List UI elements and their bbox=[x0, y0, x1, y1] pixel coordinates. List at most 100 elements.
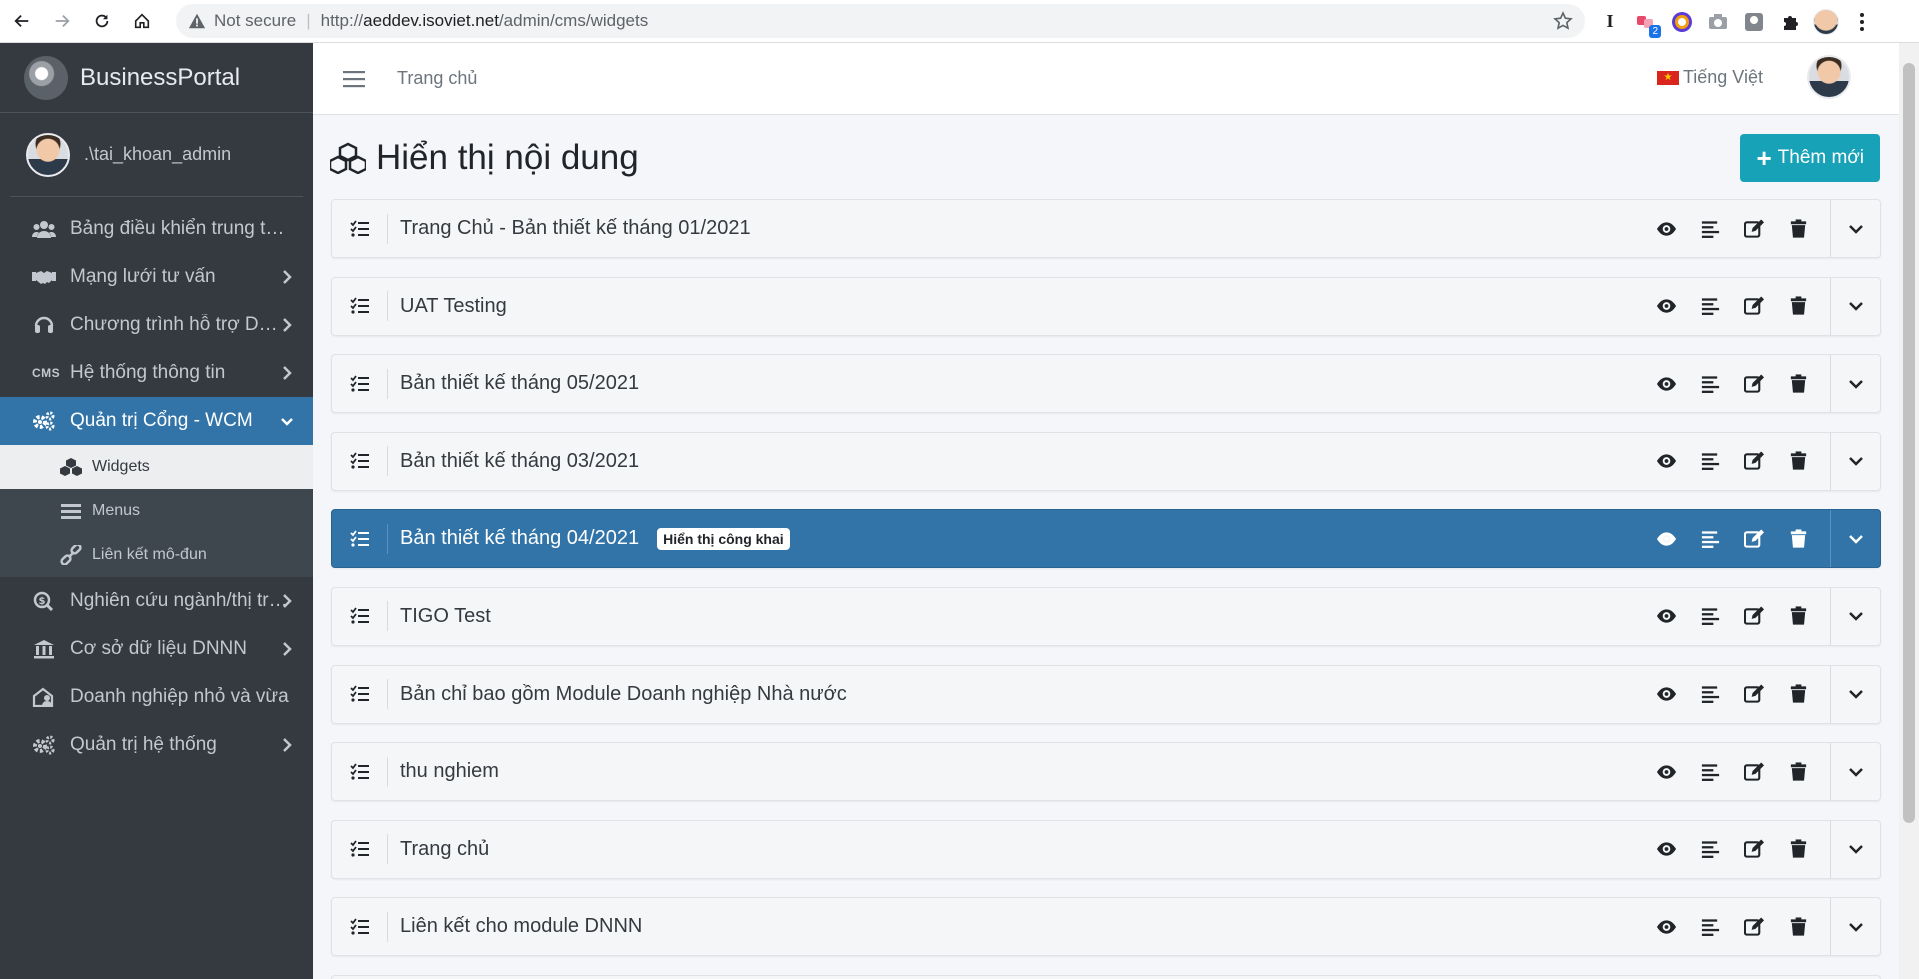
sidebar-item-advisory-network[interactable]: Mạng lưới tư vấn bbox=[0, 253, 313, 301]
drag-handle-icon[interactable] bbox=[332, 523, 388, 554]
scrollbar-thumb[interactable] bbox=[1903, 63, 1915, 823]
delete-icon[interactable] bbox=[1776, 672, 1820, 716]
translate-extension-icon[interactable]: 2 bbox=[1633, 9, 1661, 38]
edit-icon[interactable] bbox=[1732, 672, 1776, 716]
edit-icon[interactable] bbox=[1732, 439, 1776, 483]
drag-handle-icon[interactable] bbox=[332, 679, 388, 710]
view-icon[interactable] bbox=[1644, 750, 1688, 794]
delete-icon[interactable] bbox=[1776, 827, 1820, 871]
delete-icon[interactable] bbox=[1776, 905, 1820, 949]
drag-handle-icon[interactable] bbox=[332, 601, 388, 632]
bookmark-star-icon[interactable] bbox=[1553, 11, 1573, 31]
edit-icon[interactable] bbox=[1732, 827, 1776, 871]
view-icon[interactable] bbox=[1644, 439, 1688, 483]
back-icon[interactable] bbox=[4, 3, 40, 39]
drag-handle-icon[interactable] bbox=[332, 368, 388, 399]
edit-icon[interactable] bbox=[1732, 284, 1776, 328]
delete-icon[interactable] bbox=[1776, 439, 1820, 483]
delete-icon[interactable] bbox=[1776, 750, 1820, 794]
widget-row-partial[interactable] bbox=[331, 974, 1881, 979]
expand-chevron-icon[interactable] bbox=[1830, 277, 1880, 335]
view-icon[interactable] bbox=[1644, 594, 1688, 638]
home-link[interactable]: Trang chủ bbox=[397, 68, 477, 89]
reload-icon[interactable] bbox=[84, 3, 120, 39]
drag-handle-icon[interactable] bbox=[332, 756, 388, 787]
sidebar-subitem-module-links[interactable]: Liên kết mô-đun bbox=[0, 533, 313, 577]
edit-icon[interactable] bbox=[1732, 750, 1776, 794]
expand-chevron-icon[interactable] bbox=[1830, 355, 1880, 413]
profile-extension-icon[interactable] bbox=[1741, 9, 1767, 35]
sidebar-item-portal-admin-wcm[interactable]: Quản trị Cổng - WCM bbox=[0, 397, 313, 445]
expand-chevron-icon[interactable] bbox=[1830, 665, 1880, 723]
ibeam-extension-icon[interactable]: I bbox=[1597, 9, 1623, 35]
expand-chevron-icon[interactable] bbox=[1830, 743, 1880, 801]
details-icon[interactable] bbox=[1688, 750, 1732, 794]
sidebar-subitem-menus[interactable]: Menus bbox=[0, 489, 313, 533]
home-icon[interactable] bbox=[124, 3, 160, 39]
delete-icon[interactable] bbox=[1776, 362, 1820, 406]
view-icon[interactable] bbox=[1644, 517, 1688, 561]
expand-chevron-icon[interactable] bbox=[1830, 587, 1880, 645]
more-menu-icon[interactable] bbox=[1849, 9, 1875, 35]
view-icon[interactable] bbox=[1644, 827, 1688, 871]
view-icon[interactable] bbox=[1644, 362, 1688, 406]
details-icon[interactable] bbox=[1688, 905, 1732, 949]
drag-handle-icon[interactable] bbox=[332, 213, 388, 244]
sidebar-subitem-widgets[interactable]: Widgets bbox=[0, 445, 313, 489]
delete-icon[interactable] bbox=[1776, 207, 1820, 251]
widget-row[interactable]: Bản thiết kế tháng 04/2021 Hiển thị công … bbox=[331, 509, 1881, 569]
widget-row[interactable]: Liên kết cho module DNNN bbox=[331, 897, 1881, 957]
widget-row[interactable]: thu nghiem bbox=[331, 742, 1881, 802]
widget-row[interactable]: Trang Chủ - Bản thiết kế tháng 01/2021 bbox=[331, 199, 1881, 258]
edit-icon[interactable] bbox=[1732, 517, 1776, 561]
drag-handle-icon[interactable] bbox=[332, 291, 388, 322]
sidebar-item-support-program[interactable]: Chương trình hỗ trợ DNNN bbox=[0, 301, 313, 349]
forward-icon[interactable] bbox=[44, 3, 80, 39]
sidebar-item-system-admin[interactable]: Quản trị hệ thống bbox=[0, 721, 313, 769]
details-icon[interactable] bbox=[1688, 672, 1732, 716]
camera-extension-icon[interactable] bbox=[1705, 9, 1731, 35]
edit-icon[interactable] bbox=[1732, 594, 1776, 638]
sidebar-toggle-icon[interactable] bbox=[343, 70, 365, 88]
sidebar-item-dashboard[interactable]: Bảng điều khiển trung tâm bbox=[0, 205, 313, 253]
delete-icon[interactable] bbox=[1776, 594, 1820, 638]
language-selector[interactable]: ★ Tiếng Việt bbox=[1656, 67, 1763, 88]
sidebar-item-information-system[interactable]: CMS Hệ thống thông tin bbox=[0, 349, 313, 397]
details-icon[interactable] bbox=[1688, 517, 1732, 561]
widget-row[interactable]: Trang chủ bbox=[331, 819, 1881, 879]
details-icon[interactable] bbox=[1688, 827, 1732, 871]
details-icon[interactable] bbox=[1688, 207, 1732, 251]
expand-chevron-icon[interactable] bbox=[1830, 200, 1880, 257]
delete-icon[interactable] bbox=[1776, 284, 1820, 328]
expand-chevron-icon[interactable] bbox=[1830, 898, 1880, 956]
browser-profile-avatar[interactable] bbox=[1813, 8, 1839, 35]
details-icon[interactable] bbox=[1688, 284, 1732, 328]
top-user-avatar[interactable] bbox=[1807, 55, 1851, 99]
expand-chevron-icon[interactable] bbox=[1830, 510, 1880, 568]
edit-icon[interactable] bbox=[1732, 362, 1776, 406]
widget-row[interactable]: UAT Testing bbox=[331, 276, 1881, 336]
sidebar-item-market-research[interactable]: $ Nghiên cứu ngành/thị trường bbox=[0, 577, 313, 625]
details-icon[interactable] bbox=[1688, 362, 1732, 406]
edit-icon[interactable] bbox=[1732, 207, 1776, 251]
drag-handle-icon[interactable] bbox=[332, 834, 388, 865]
delete-icon[interactable] bbox=[1776, 517, 1820, 561]
widget-row[interactable]: Bản chỉ bao gồm Module Doanh nghiệp Nhà … bbox=[331, 664, 1881, 724]
sidebar-item-soe-database[interactable]: Cơ sở dữ liệu DNNN bbox=[0, 625, 313, 673]
page-scrollbar[interactable] bbox=[1899, 43, 1919, 979]
details-icon[interactable] bbox=[1688, 439, 1732, 483]
drag-handle-icon[interactable] bbox=[332, 446, 388, 477]
drag-handle-icon[interactable] bbox=[332, 911, 388, 942]
expand-chevron-icon[interactable] bbox=[1830, 820, 1880, 878]
widget-row[interactable]: Bản thiết kế tháng 03/2021 bbox=[331, 431, 1881, 491]
view-icon[interactable] bbox=[1644, 207, 1688, 251]
puzzle-extension-icon[interactable] bbox=[1777, 9, 1803, 35]
address-bar[interactable]: Not secure | http://aeddev.isoviet.net/a… bbox=[176, 4, 1585, 38]
widget-row[interactable]: Bản thiết kế tháng 05/2021 bbox=[331, 354, 1881, 414]
widget-row[interactable]: TIGO Test bbox=[331, 586, 1881, 646]
view-icon[interactable] bbox=[1644, 905, 1688, 949]
expand-chevron-icon[interactable] bbox=[1830, 432, 1880, 490]
add-new-button[interactable]: + Thêm mới bbox=[1740, 134, 1880, 182]
color-picker-extension-icon[interactable] bbox=[1669, 9, 1695, 35]
view-icon[interactable] bbox=[1644, 284, 1688, 328]
